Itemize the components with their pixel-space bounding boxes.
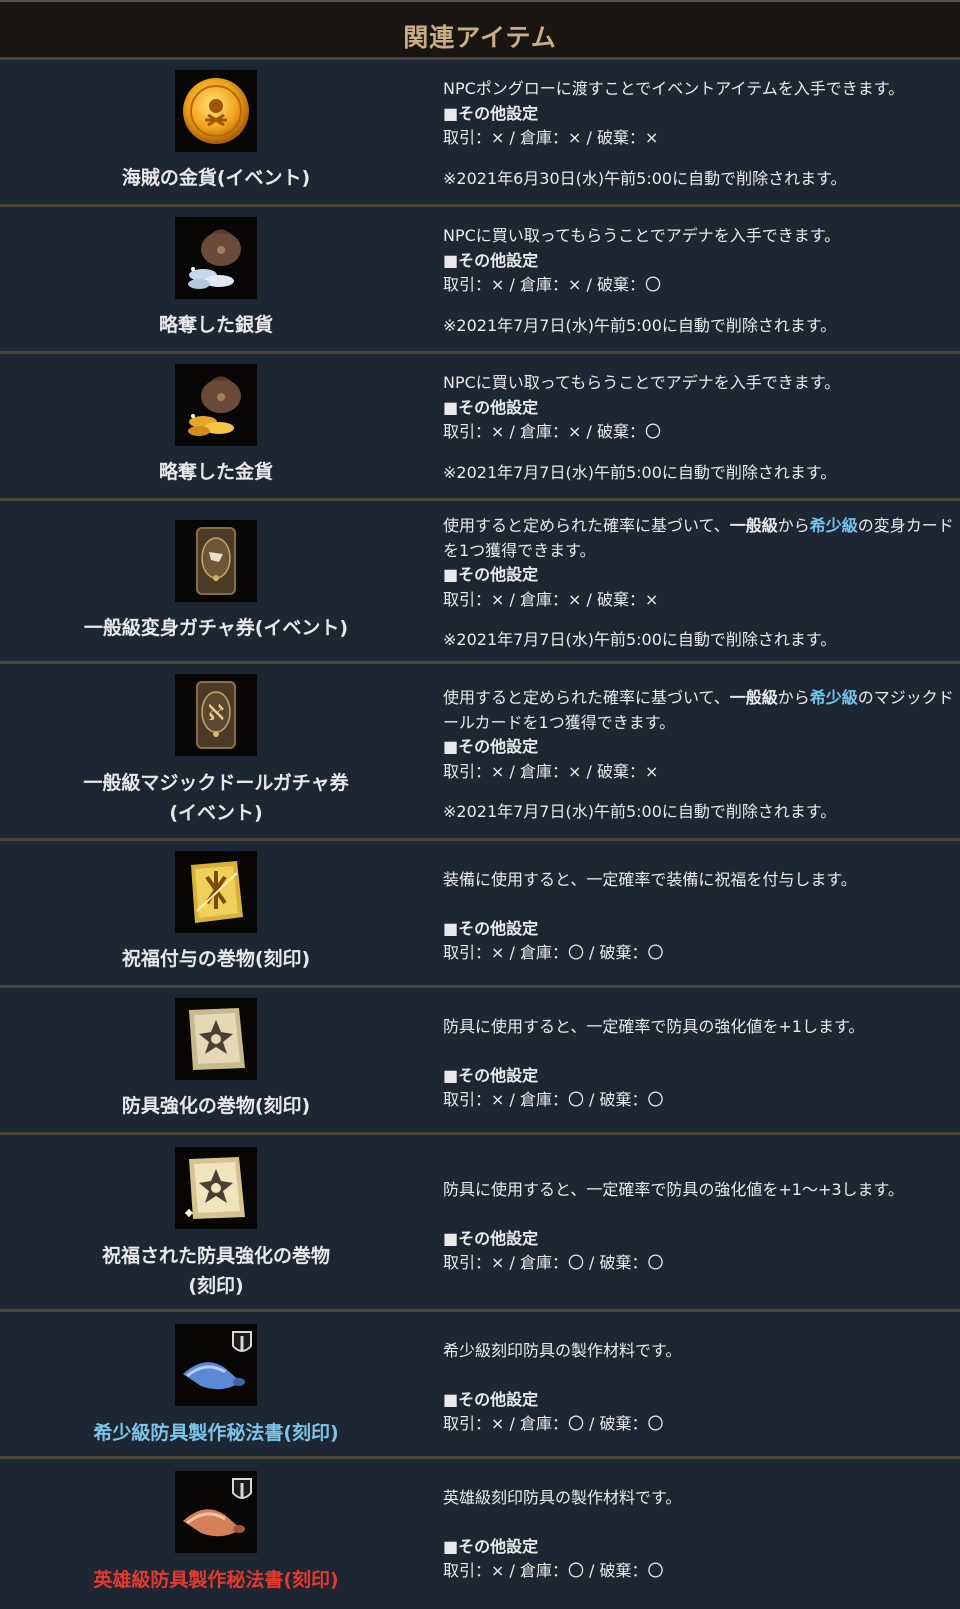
- settings-heading: ■その他設定: [443, 250, 539, 270]
- settings-heading: ■その他設定: [443, 737, 539, 756]
- item-name: 一般級マジックドールガチャ券 (イベント): [83, 772, 349, 824]
- item-name: 一般級変身ガチャ券(イベント): [83, 617, 349, 639]
- settings-heading: ■その他設定: [443, 918, 539, 938]
- item-description: 装備に使用すると、一定確率で装備に祝福を付与します。 ■その他設定 取引：× /…: [443, 868, 955, 966]
- silver-coin-bag-icon: [175, 217, 257, 299]
- item-row: 希少級防具製作秘法書(刻印) 希少級刻印防具の製作材料です。 ■その他設定 取引…: [0, 1312, 960, 1459]
- settings-values: 取引：× / 倉庫：× / 破棄：×: [443, 589, 659, 609]
- item-name: 略奪した銀貨: [158, 314, 273, 336]
- item-name: 海賊の金貨(イベント): [121, 167, 311, 189]
- item-desc-text: NPCに買い取ってもらうことでアデナを入手できます。: [443, 226, 841, 245]
- settings-values: 取引：× / 倉庫：〇 / 破棄：〇: [443, 1090, 664, 1109]
- item-description: 防具に使用すると、一定確率で防具の強化値を+1～+3します。 ■その他設定 取引…: [443, 1178, 955, 1276]
- item-description: NPCに買い取ってもらうことでアデナを入手できます。 ■その他設定 取引：× /…: [443, 371, 955, 485]
- settings-values: 取引：× / 倉庫：〇 / 破棄：〇: [443, 1253, 664, 1272]
- item-left-cell: 希少級防具製作秘法書(刻印): [0, 1312, 432, 1456]
- panel-title: 関連アイテム: [403, 22, 557, 52]
- item-description: 英雄級刻印防具の製作材料です。 ■その他設定 取引：× / 倉庫：〇 / 破棄：…: [443, 1486, 955, 1584]
- settings-heading: ■その他設定: [443, 1065, 539, 1085]
- item-row: 略奪した銀貨 NPCに買い取ってもらうことでアデナを入手できます。 ■その他設定…: [0, 207, 960, 354]
- item-name: 防具強化の巻物(刻印): [121, 1095, 311, 1117]
- item-row: 海賊の金貨(イベント) NPCポングローに渡すことでイベントアイテムを入手できま…: [0, 60, 960, 207]
- settings-values: 取引：× / 倉庫：〇 / 破棄：〇: [443, 943, 664, 962]
- settings-values: 取引：× / 倉庫：× / 破棄：×: [443, 128, 659, 147]
- item-left-cell: 防具強化の巻物(刻印): [0, 988, 432, 1132]
- orange-recipe-scroll-icon: [175, 1471, 257, 1553]
- blue-recipe-scroll-icon: [175, 1324, 257, 1406]
- item-desc-text: 使用すると定められた確率に基づいて、一般級から希少級の変身カードを1つ獲得できま…: [443, 516, 954, 560]
- item-row: ℵ 一般級マジックドールガチャ券 (イベント) 使用すると定められた確率に基づい…: [0, 664, 960, 841]
- item-desc-text: 装備に使用すると、一定確率で装備に祝福を付与します。: [443, 870, 857, 889]
- settings-heading: ■その他設定: [443, 103, 539, 123]
- item-left-cell: 海賊の金貨(イベント): [0, 60, 432, 204]
- item-description: NPCポングローに渡すことでイベントアイテムを入手できます。 ■その他設定 取引…: [443, 77, 955, 191]
- item-desc-text: 防具に使用すると、一定確率で防具の強化値を+1～+3します。: [443, 1180, 904, 1199]
- item-left-cell: 略奪した銀貨: [0, 207, 432, 351]
- item-desc-text: NPCポングローに渡すことでイベントアイテムを入手できます。: [443, 79, 905, 98]
- settings-values: 取引：× / 倉庫：× / 破棄：×: [443, 761, 659, 781]
- gold-coin-bag-icon: [175, 364, 257, 446]
- item-description: NPCに買い取ってもらうことでアデナを入手できます。 ■その他設定 取引：× /…: [443, 224, 955, 338]
- item-name: 祝福付与の巻物(刻印): [121, 948, 311, 970]
- expiry-note: ※2021年7月7日(水)午前5:00に自動で削除されます。: [443, 315, 837, 335]
- settings-values: 取引：× / 倉庫：〇 / 破棄：〇: [443, 1414, 664, 1433]
- item-desc-text: 希少級刻印防具の製作材料です。: [443, 1341, 682, 1360]
- item-row: 祝福された防具強化の巻物 (刻印) 防具に使用すると、一定確率で防具の強化値を+…: [0, 1135, 960, 1312]
- expiry-note: ※2021年7月7日(水)午前5:00に自動で削除されます。: [443, 462, 837, 482]
- item-description: 防具に使用すると、一定確率で防具の強化値を+1します。 ■その他設定 取引：× …: [443, 1015, 955, 1113]
- related-items-panel: 関連アイテム 海賊の金貨(イベント) NPCポングローに渡すことでイベントアイテ…: [0, 0, 960, 1609]
- svg-text:ℵ: ℵ: [208, 701, 224, 726]
- item-description: 使用すると定められた確率に基づいて、一般級から希少級のマジックドールカードを1つ…: [443, 686, 955, 825]
- item-description: 希少級刻印防具の製作材料です。 ■その他設定 取引：× / 倉庫：〇 / 破棄：…: [443, 1339, 955, 1437]
- item-left-cell: ℵ 一般級マジックドールガチャ券 (イベント): [0, 664, 432, 838]
- item-desc-text: 英雄級刻印防具の製作材料です。: [443, 1488, 682, 1507]
- item-row: 祝福付与の巻物(刻印) 装備に使用すると、一定確率で装備に祝福を付与します。 ■…: [0, 841, 960, 988]
- item-name: 英雄級防具製作秘法書(刻印): [93, 1569, 339, 1591]
- item-left-cell: 祝福された防具強化の巻物 (刻印): [0, 1135, 432, 1309]
- magic-doll-card-icon: ℵ: [175, 674, 257, 756]
- expiry-note: ※2021年7月7日(水)午前5:00に自動で削除されます。: [443, 630, 837, 649]
- expiry-note: ※2021年6月30日(水)午前5:00に自動で削除されます。: [443, 168, 847, 188]
- item-left-cell: 一般級変身ガチャ券(イベント): [0, 501, 432, 661]
- item-left-cell: 略奪した金貨: [0, 354, 432, 498]
- item-name: 希少級防具製作秘法書(刻印): [93, 1422, 339, 1444]
- settings-values: 取引：× / 倉庫：× / 破棄：〇: [443, 275, 661, 294]
- item-left-cell: 祝福付与の巻物(刻印): [0, 841, 432, 985]
- armor-enchant-scroll-icon: [175, 998, 257, 1080]
- settings-heading: ■その他設定: [443, 1536, 539, 1556]
- transform-card-icon: [175, 520, 257, 602]
- item-desc-text: 使用すると定められた確率に基づいて、一般級から希少級のマジックドールカードを1つ…: [443, 688, 954, 732]
- item-name: 略奪した金貨: [158, 461, 273, 483]
- item-desc-text: 防具に使用すると、一定確率で防具の強化値を+1します。: [443, 1017, 865, 1036]
- settings-values: 取引：× / 倉庫：× / 破棄：〇: [443, 422, 661, 441]
- settings-heading: ■その他設定: [443, 397, 539, 417]
- settings-heading: ■その他設定: [443, 565, 539, 584]
- settings-heading: ■その他設定: [443, 1389, 539, 1409]
- item-row: 英雄級防具製作秘法書(刻印) 英雄級刻印防具の製作材料です。 ■その他設定 取引…: [0, 1459, 960, 1609]
- blessing-scroll-icon: [175, 851, 257, 933]
- item-description: 使用すると定められた確率に基づいて、一般級から希少級の変身カードを1つ獲得できま…: [443, 514, 955, 653]
- settings-values: 取引：× / 倉庫：〇 / 破棄：〇: [443, 1561, 664, 1580]
- item-row: 略奪した金貨 NPCに買い取ってもらうことでアデナを入手できます。 ■その他設定…: [0, 354, 960, 501]
- expiry-note: ※2021年7月7日(水)午前5:00に自動で削除されます。: [443, 802, 837, 821]
- item-row: 防具強化の巻物(刻印) 防具に使用すると、一定確率で防具の強化値を+1します。 …: [0, 988, 960, 1135]
- gold-coin-icon: [175, 70, 257, 152]
- item-name: 祝福された防具強化の巻物 (刻印): [101, 1245, 330, 1297]
- item-desc-text: NPCに買い取ってもらうことでアデナを入手できます。: [443, 373, 841, 392]
- blessed-armor-scroll-icon: [175, 1147, 257, 1229]
- settings-heading: ■その他設定: [443, 1228, 539, 1248]
- item-row: 一般級変身ガチャ券(イベント) 使用すると定められた確率に基づいて、一般級から希…: [0, 501, 960, 664]
- item-left-cell: 英雄級防具製作秘法書(刻印): [0, 1459, 432, 1609]
- panel-header: 関連アイテム: [0, 0, 960, 60]
